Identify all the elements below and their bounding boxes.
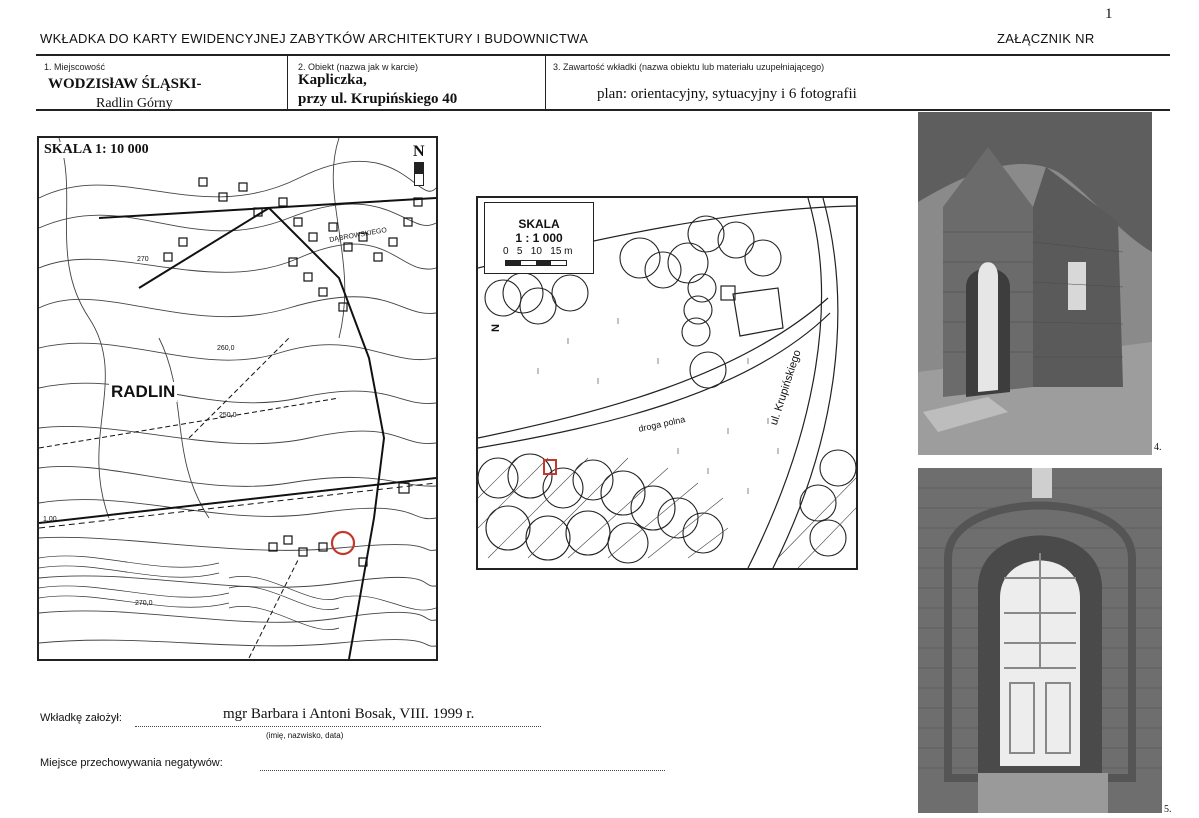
photo-top-number: 4. [1154,442,1162,453]
photo-bottom-number: 5. [1164,804,1172,815]
situation-scale-ticks: 0 5 10 15 m [503,246,573,257]
north-arrow-icon [414,162,424,186]
page-number: 1 [1105,6,1113,22]
situation-scale-box: SKALA 1 : 1 000 0 5 10 15 m [484,202,594,274]
header-rule [36,54,1170,56]
author-dotted-line [135,726,541,727]
author-value: mgr Barbara i Antoni Bosak, VIII. 1999 r… [223,706,475,722]
content-value: plan: orientacyjny, sytuacyjny i 6 fotog… [597,86,857,102]
place-label: 1. Miejscowość [44,62,106,72]
contour-label-3: 250,0 [219,412,237,419]
contour-label-5: 270,0 [135,600,153,607]
contour-label-1: 270 [137,256,149,263]
situation-scale-ratio: 1 : 1 000 [515,231,563,245]
scale-bar-icon [505,260,567,266]
place-value: WODZISłAW ŚLĄSKI- [48,76,202,92]
orientation-map-north: N [413,143,425,160]
document-title: WKŁADKA DO KARTY EWIDENCYJNEJ ZABYTKÓW A… [40,31,589,46]
fields-rule [36,109,1170,111]
content-label: 3. Zawartość wkładki (nazwa obiektu lub … [553,62,825,72]
contour-label-2: 260,0 [217,345,235,352]
storage-dotted-line [260,770,665,771]
field-divider-2 [545,56,546,110]
author-label: Wkładkę założył: [40,712,122,724]
field-divider-1 [287,56,288,110]
orientation-map-scale: SKALA 1: 10 000 [42,142,151,158]
photo-chapel-door-drawing [918,468,1162,813]
photo-chapel-door [918,468,1162,813]
situation-plan: SKALA 1 : 1 000 0 5 10 15 m droga polna … [476,196,858,570]
object-label: 2. Obiekt (nazwa jak w karcie) [298,62,419,72]
photo-chapel-front [918,112,1152,455]
orientation-map: SKALA 1: 10 000 N RADLIN DĄBROWSKIEGO 27… [37,136,438,661]
contour-label-4: 1,00 [43,516,57,523]
photo-chapel-front-drawing [918,112,1152,455]
annex-label: ZAŁĄCZNIK NR [997,31,1095,46]
situation-scale-title: SKALA [518,217,560,231]
author-hint: (imię, nazwisko, data) [266,731,344,740]
object-value-line-2: przy ul. Krupińskiego 40 [298,91,458,107]
town-label: RADLIN [109,382,178,402]
storage-label: Miejsce przechowywania negatywów: [40,757,223,769]
place-subvalue: Radlin Górny [96,96,173,110]
object-value-line-1: Kapliczka, [298,72,367,88]
orientation-map-drawing [39,138,436,659]
situation-north: N [489,324,502,332]
